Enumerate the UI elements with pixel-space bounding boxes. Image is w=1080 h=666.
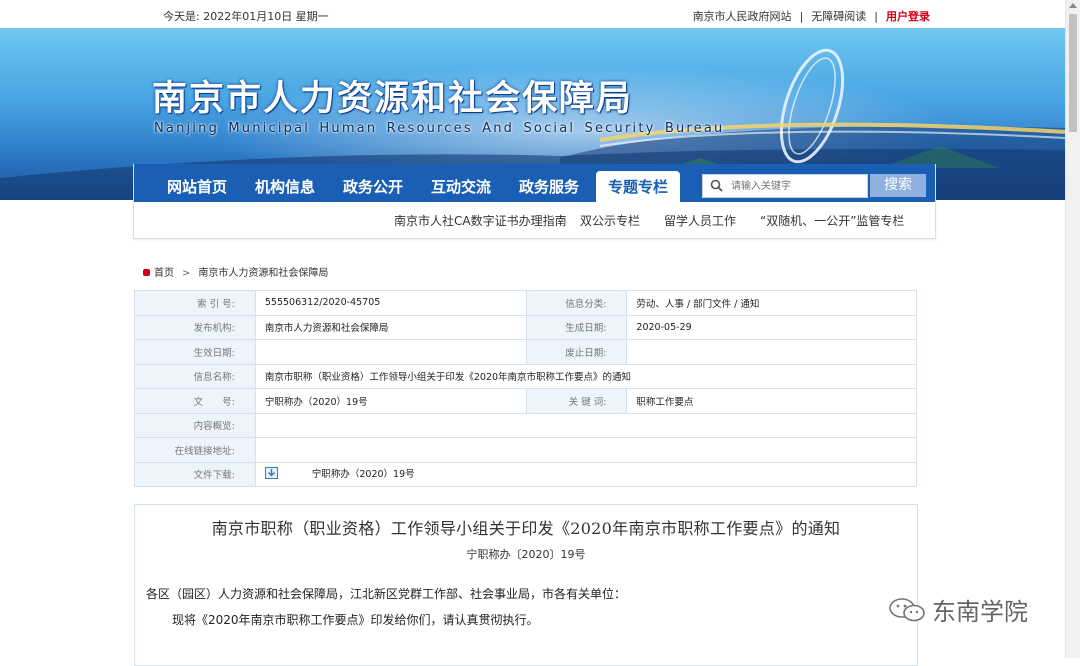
article-paragraph: 各区（园区）人力资源和社会保障局，江北新区党群工作部、社会事业局，市各有关单位： [146, 587, 627, 601]
nav-bar: 网站首页 机构信息 政务公开 互动交流 政务服务 专题专栏 搜索 [134, 164, 935, 205]
accessibility-link[interactable]: 无障碍阅读 [811, 10, 866, 23]
publisher-label: 发布机构: [134, 314, 256, 340]
table-row: 在线链接地址: [134, 437, 918, 463]
search-box[interactable] [702, 174, 868, 198]
nav-item-gov-affairs[interactable]: 政务公开 [343, 176, 403, 197]
scrollbar-thumb[interactable] [1069, 14, 1077, 132]
download-link[interactable]: 宁职称办（2020）19号 [312, 469, 415, 480]
table-row: 文 号: 宁职称办（2020）19号 关 键 词: 职称工作要点 [134, 388, 917, 414]
watermark-text: 东南学院 [932, 598, 1028, 626]
nav-item-services[interactable]: 政务服务 [519, 176, 579, 197]
expire-date-label: 废止日期: [525, 339, 628, 365]
breadcrumb-home[interactable]: 首页 [154, 268, 174, 279]
download-cell: 宁职称办（2020）19号 [254, 461, 918, 487]
site-title: 南京市人力资源和社会保障局 [152, 78, 634, 119]
category-label: 信息分类: [525, 290, 628, 316]
online-link-label: 在线链接地址: [134, 437, 256, 463]
article-paragraph: 现将《2020年南京市职称工作要点》印发给你们，请认真贯彻执行。 [172, 613, 539, 627]
breadcrumb: 首页 > 南京市人力资源和社会保障局 [143, 264, 328, 279]
breadcrumb-current[interactable]: 南京市人力资源和社会保障局 [198, 268, 328, 279]
separator: | [874, 10, 878, 23]
doc-number-value: 宁职称办（2020）19号 [254, 388, 527, 414]
search-icon [710, 179, 723, 192]
publisher-value: 南京市人力资源和社会保障局 [254, 314, 527, 340]
document-info-table: 索 引 号: 555506312/2020-45705 信息分类: 劳动、人事 … [134, 290, 918, 487]
wechat-watermark: 东南学院 [888, 592, 1028, 629]
sub-item-ca-guide[interactable]: 南京市人社CA数字证书办理指南 [394, 212, 567, 229]
site-subtitle: Nanjing Municipal Human Resources And So… [154, 121, 725, 136]
login-link[interactable]: 用户登录 [886, 10, 930, 23]
effective-date-label: 生效日期: [134, 339, 256, 365]
table-row: 发布机构: 南京市人力资源和社会保障局 生成日期: 2020-05-29 [134, 314, 917, 340]
table-row: 内容概览: [134, 412, 918, 438]
main-navigation: 网站首页 机构信息 政务公开 互动交流 政务服务 专题专栏 搜索 南京市人社CA… [133, 164, 936, 239]
nav-item-interaction[interactable]: 互动交流 [431, 176, 491, 197]
table-row: 信息名称: 南京市职称（职业资格）工作领导小组关于印发《2020年南京市职称工作… [134, 363, 918, 389]
home-icon [143, 269, 150, 276]
category-value: 劳动、人事 / 部门文件 / 通知 [626, 290, 917, 316]
table-row: 文件下载: 宁职称办（2020）19号 [134, 461, 918, 487]
top-bar: 今天是: 2022年01月10日 星期一 南京市人民政府网站 | 无障碍阅读 | 用户登… [0, 0, 1066, 28]
keyword-label: 关 键 词: [525, 388, 628, 414]
info-name-label: 信息名称: [134, 363, 256, 389]
info-name-value: 南京市职称（职业资格）工作领导小组关于印发《2020年南京市职称工作要点》的通知 [254, 363, 918, 389]
top-links: 南京市人民政府网站 | 无障碍阅读 | 用户登录 [689, 8, 934, 24]
download-icon[interactable] [264, 467, 278, 482]
created-date-value: 2020-05-29 [626, 314, 917, 340]
sub-item-overseas-students[interactable]: 留学人员工作 [664, 212, 736, 229]
expire-date-value [626, 339, 917, 365]
nav-item-special-topics[interactable]: 专题专栏 [596, 171, 681, 205]
summary-label: 内容概览: [134, 412, 256, 438]
created-date-label: 生成日期: [525, 314, 628, 340]
index-value: 555506312/2020-45705 [254, 290, 527, 316]
article-title: 南京市职称（职业资格）工作领导小组关于印发《2020年南京市职称工作要点》的通知 [211, 519, 841, 538]
online-link-value [254, 437, 918, 463]
wechat-icon [888, 597, 928, 629]
current-date: 今天是: 2022年01月10日 星期一 [163, 10, 329, 23]
effective-date-value [254, 339, 527, 365]
table-row: 生效日期: 废止日期: [134, 339, 917, 365]
search-button[interactable]: 搜索 [870, 174, 926, 197]
separator: | [799, 10, 804, 23]
table-row: 索 引 号: 555506312/2020-45705 信息分类: 劳动、人事 … [134, 290, 917, 316]
article-body: 南京市职称（职业资格）工作领导小组关于印发《2020年南京市职称工作要点》的通知… [134, 504, 918, 666]
search-input[interactable] [729, 177, 863, 195]
vertical-scrollbar[interactable] [1065, 0, 1080, 658]
sub-item-supervision[interactable]: “双随机、一公开”监管专栏 [760, 212, 904, 229]
sub-item-double-publicity[interactable]: 双公示专栏 [580, 212, 640, 229]
doc-number-label: 文 号: [134, 388, 256, 414]
nav-item-home[interactable]: 网站首页 [167, 176, 227, 197]
gov-site-link[interactable]: 南京市人民政府网站 [693, 10, 792, 23]
index-label: 索 引 号: [134, 290, 256, 316]
sub-navigation: 南京市人社CA数字证书办理指南 双公示专栏 留学人员工作 “双随机、一公开”监管… [134, 202, 935, 238]
scroll-up-icon[interactable] [1069, 3, 1077, 8]
summary-value [254, 412, 918, 438]
download-label: 文件下载: [134, 461, 256, 487]
article-doc-number: 宁职称办〔2020〕19号 [466, 548, 586, 561]
nav-item-org-info[interactable]: 机构信息 [255, 176, 315, 197]
breadcrumb-separator: > [182, 268, 191, 279]
keyword-value: 职称工作要点 [626, 388, 917, 414]
